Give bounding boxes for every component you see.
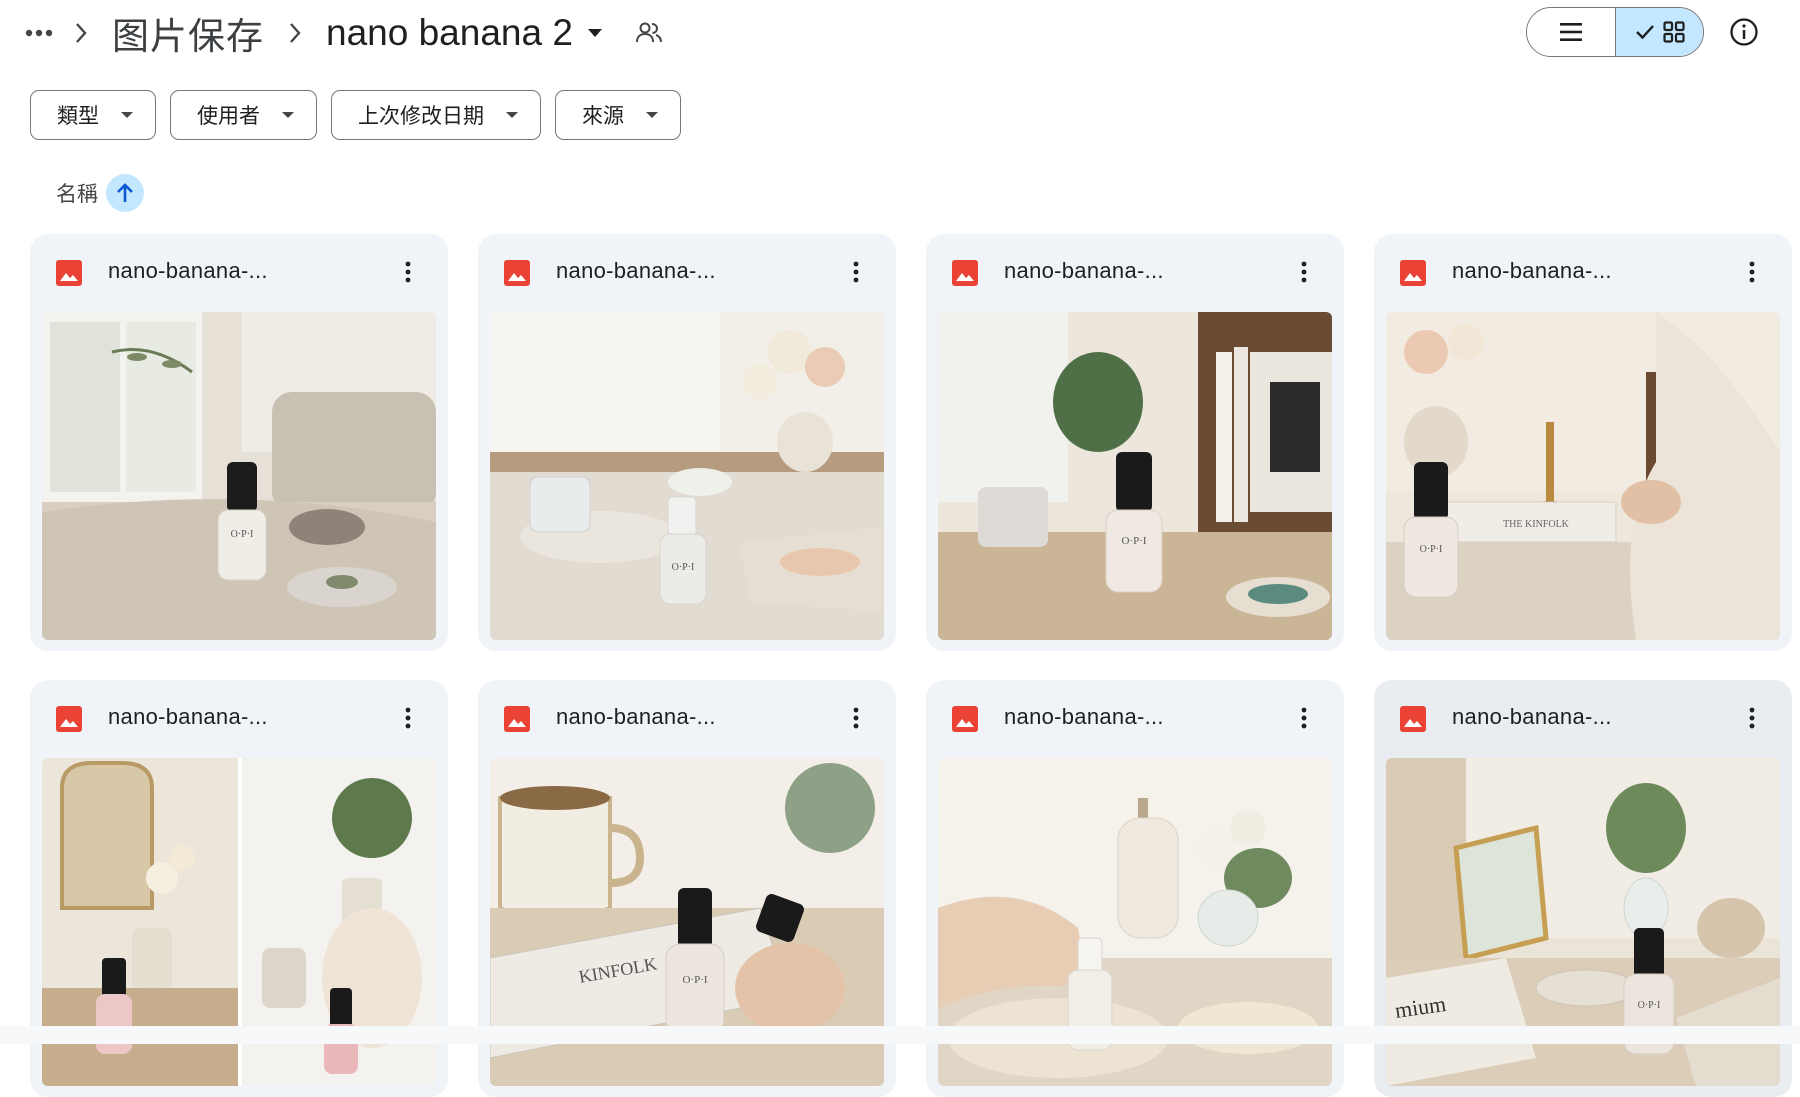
- grid-view-icon: [1662, 21, 1685, 43]
- bottom-edge: [0, 1026, 1800, 1044]
- more-vert-icon[interactable]: [1734, 700, 1770, 736]
- more-vert-icon[interactable]: [838, 254, 874, 290]
- file-card-header: nano-banana-...: [478, 680, 896, 758]
- file-card-header: nano-banana-...: [926, 234, 1344, 312]
- sort-control: 名稱: [56, 174, 144, 212]
- file-card-header: nano-banana-...: [926, 680, 1344, 758]
- filter-type-chip[interactable]: 類型: [30, 90, 156, 140]
- file-card-header: nano-banana-...: [1374, 234, 1792, 312]
- sort-label[interactable]: 名稱: [56, 178, 98, 208]
- file-name: nano-banana-...: [1004, 258, 1164, 283]
- svg-text:THE KINFOLK: THE KINFOLK: [1503, 519, 1570, 530]
- folder-title: nano banana 2: [326, 12, 573, 53]
- more-vert-icon[interactable]: [838, 700, 874, 736]
- image-file-icon: [504, 706, 530, 732]
- file-card[interactable]: nano-banana-... O·P·I: [926, 234, 1344, 651]
- filter-source-label: 來源: [582, 105, 624, 128]
- filter-modified-label: 上次修改日期: [358, 105, 484, 128]
- file-name: nano-banana-...: [556, 704, 716, 729]
- caret-down-icon: [121, 112, 133, 118]
- view-toggle: [1526, 7, 1704, 57]
- image-file-icon: [952, 706, 978, 732]
- info-icon[interactable]: [1724, 12, 1764, 52]
- more-horiz-icon[interactable]: [22, 16, 56, 50]
- file-card-header: nano-banana-...: [30, 680, 448, 758]
- file-thumbnail: THE KINFOLK O·P·I: [1386, 312, 1780, 640]
- filter-source-chip[interactable]: 來源: [555, 90, 681, 140]
- file-name: nano-banana-...: [108, 704, 268, 729]
- breadcrumb-current-folder[interactable]: nano banana 2: [320, 12, 609, 54]
- grid-view-button[interactable]: [1615, 8, 1703, 56]
- file-name: nano-banana-...: [556, 258, 716, 283]
- file-thumbnail: O·P·I: [490, 312, 884, 640]
- chevron-right-icon: [56, 22, 106, 44]
- caret-down-icon: [587, 29, 602, 37]
- file-card-header: nano-banana-...: [478, 234, 896, 312]
- people-icon[interactable]: [635, 21, 663, 45]
- more-vert-icon[interactable]: [1286, 254, 1322, 290]
- arrow-up-icon: [117, 183, 133, 202]
- breadcrumb-parent[interactable]: 图片保存: [106, 6, 270, 60]
- check-icon: [1635, 25, 1654, 40]
- file-name: nano-banana-...: [1452, 258, 1612, 283]
- caret-down-icon: [646, 112, 658, 118]
- caret-down-icon: [506, 112, 518, 118]
- svg-text:O·P·I: O·P·I: [1638, 1000, 1661, 1011]
- file-name: nano-banana-...: [108, 258, 268, 283]
- image-file-icon: [1400, 260, 1426, 286]
- file-card[interactable]: nano-banana-... THE KINFOLK O·P·I: [1374, 234, 1792, 651]
- image-file-icon: [1400, 706, 1426, 732]
- file-name: nano-banana-...: [1004, 704, 1164, 729]
- list-view-icon: [1560, 23, 1582, 41]
- more-vert-icon[interactable]: [1286, 700, 1322, 736]
- svg-text:O·P·I: O·P·I: [672, 562, 695, 573]
- breadcrumb: 图片保存 nano banana 2: [22, 8, 663, 58]
- chevron-right-icon: [270, 22, 320, 44]
- svg-text:O·P·I: O·P·I: [231, 529, 254, 540]
- caret-down-icon: [282, 112, 294, 118]
- more-vert-icon[interactable]: [390, 254, 426, 290]
- svg-text:O·P·I: O·P·I: [1121, 535, 1146, 547]
- image-file-icon: [56, 260, 82, 286]
- svg-text:O·P·I: O·P·I: [1420, 544, 1443, 555]
- file-card[interactable]: nano-banana-... O·P·I: [30, 234, 448, 651]
- file-thumbnail: O·P·I: [42, 312, 436, 640]
- filter-people-chip[interactable]: 使用者: [170, 90, 317, 140]
- file-card-header: nano-banana-...: [1374, 680, 1792, 758]
- image-file-icon: [952, 260, 978, 286]
- filter-type-label: 類型: [57, 105, 99, 128]
- file-card[interactable]: nano-banana-... O·P·I: [478, 234, 896, 651]
- top-bar: 图片保存 nano banana 2: [0, 0, 1800, 66]
- file-name: nano-banana-...: [1452, 704, 1612, 729]
- filter-modified-chip[interactable]: 上次修改日期: [331, 90, 541, 140]
- filter-people-label: 使用者: [197, 105, 260, 128]
- file-card-header: nano-banana-...: [30, 234, 448, 312]
- svg-text:O·P·I: O·P·I: [682, 974, 707, 986]
- image-file-icon: [504, 260, 530, 286]
- sort-direction-button[interactable]: [106, 174, 144, 212]
- list-view-button[interactable]: [1527, 8, 1615, 56]
- filter-bar: 類型 使用者 上次修改日期 來源: [30, 90, 681, 140]
- file-thumbnail: O·P·I: [938, 312, 1332, 640]
- more-vert-icon[interactable]: [390, 700, 426, 736]
- more-vert-icon[interactable]: [1734, 254, 1770, 290]
- image-file-icon: [56, 706, 82, 732]
